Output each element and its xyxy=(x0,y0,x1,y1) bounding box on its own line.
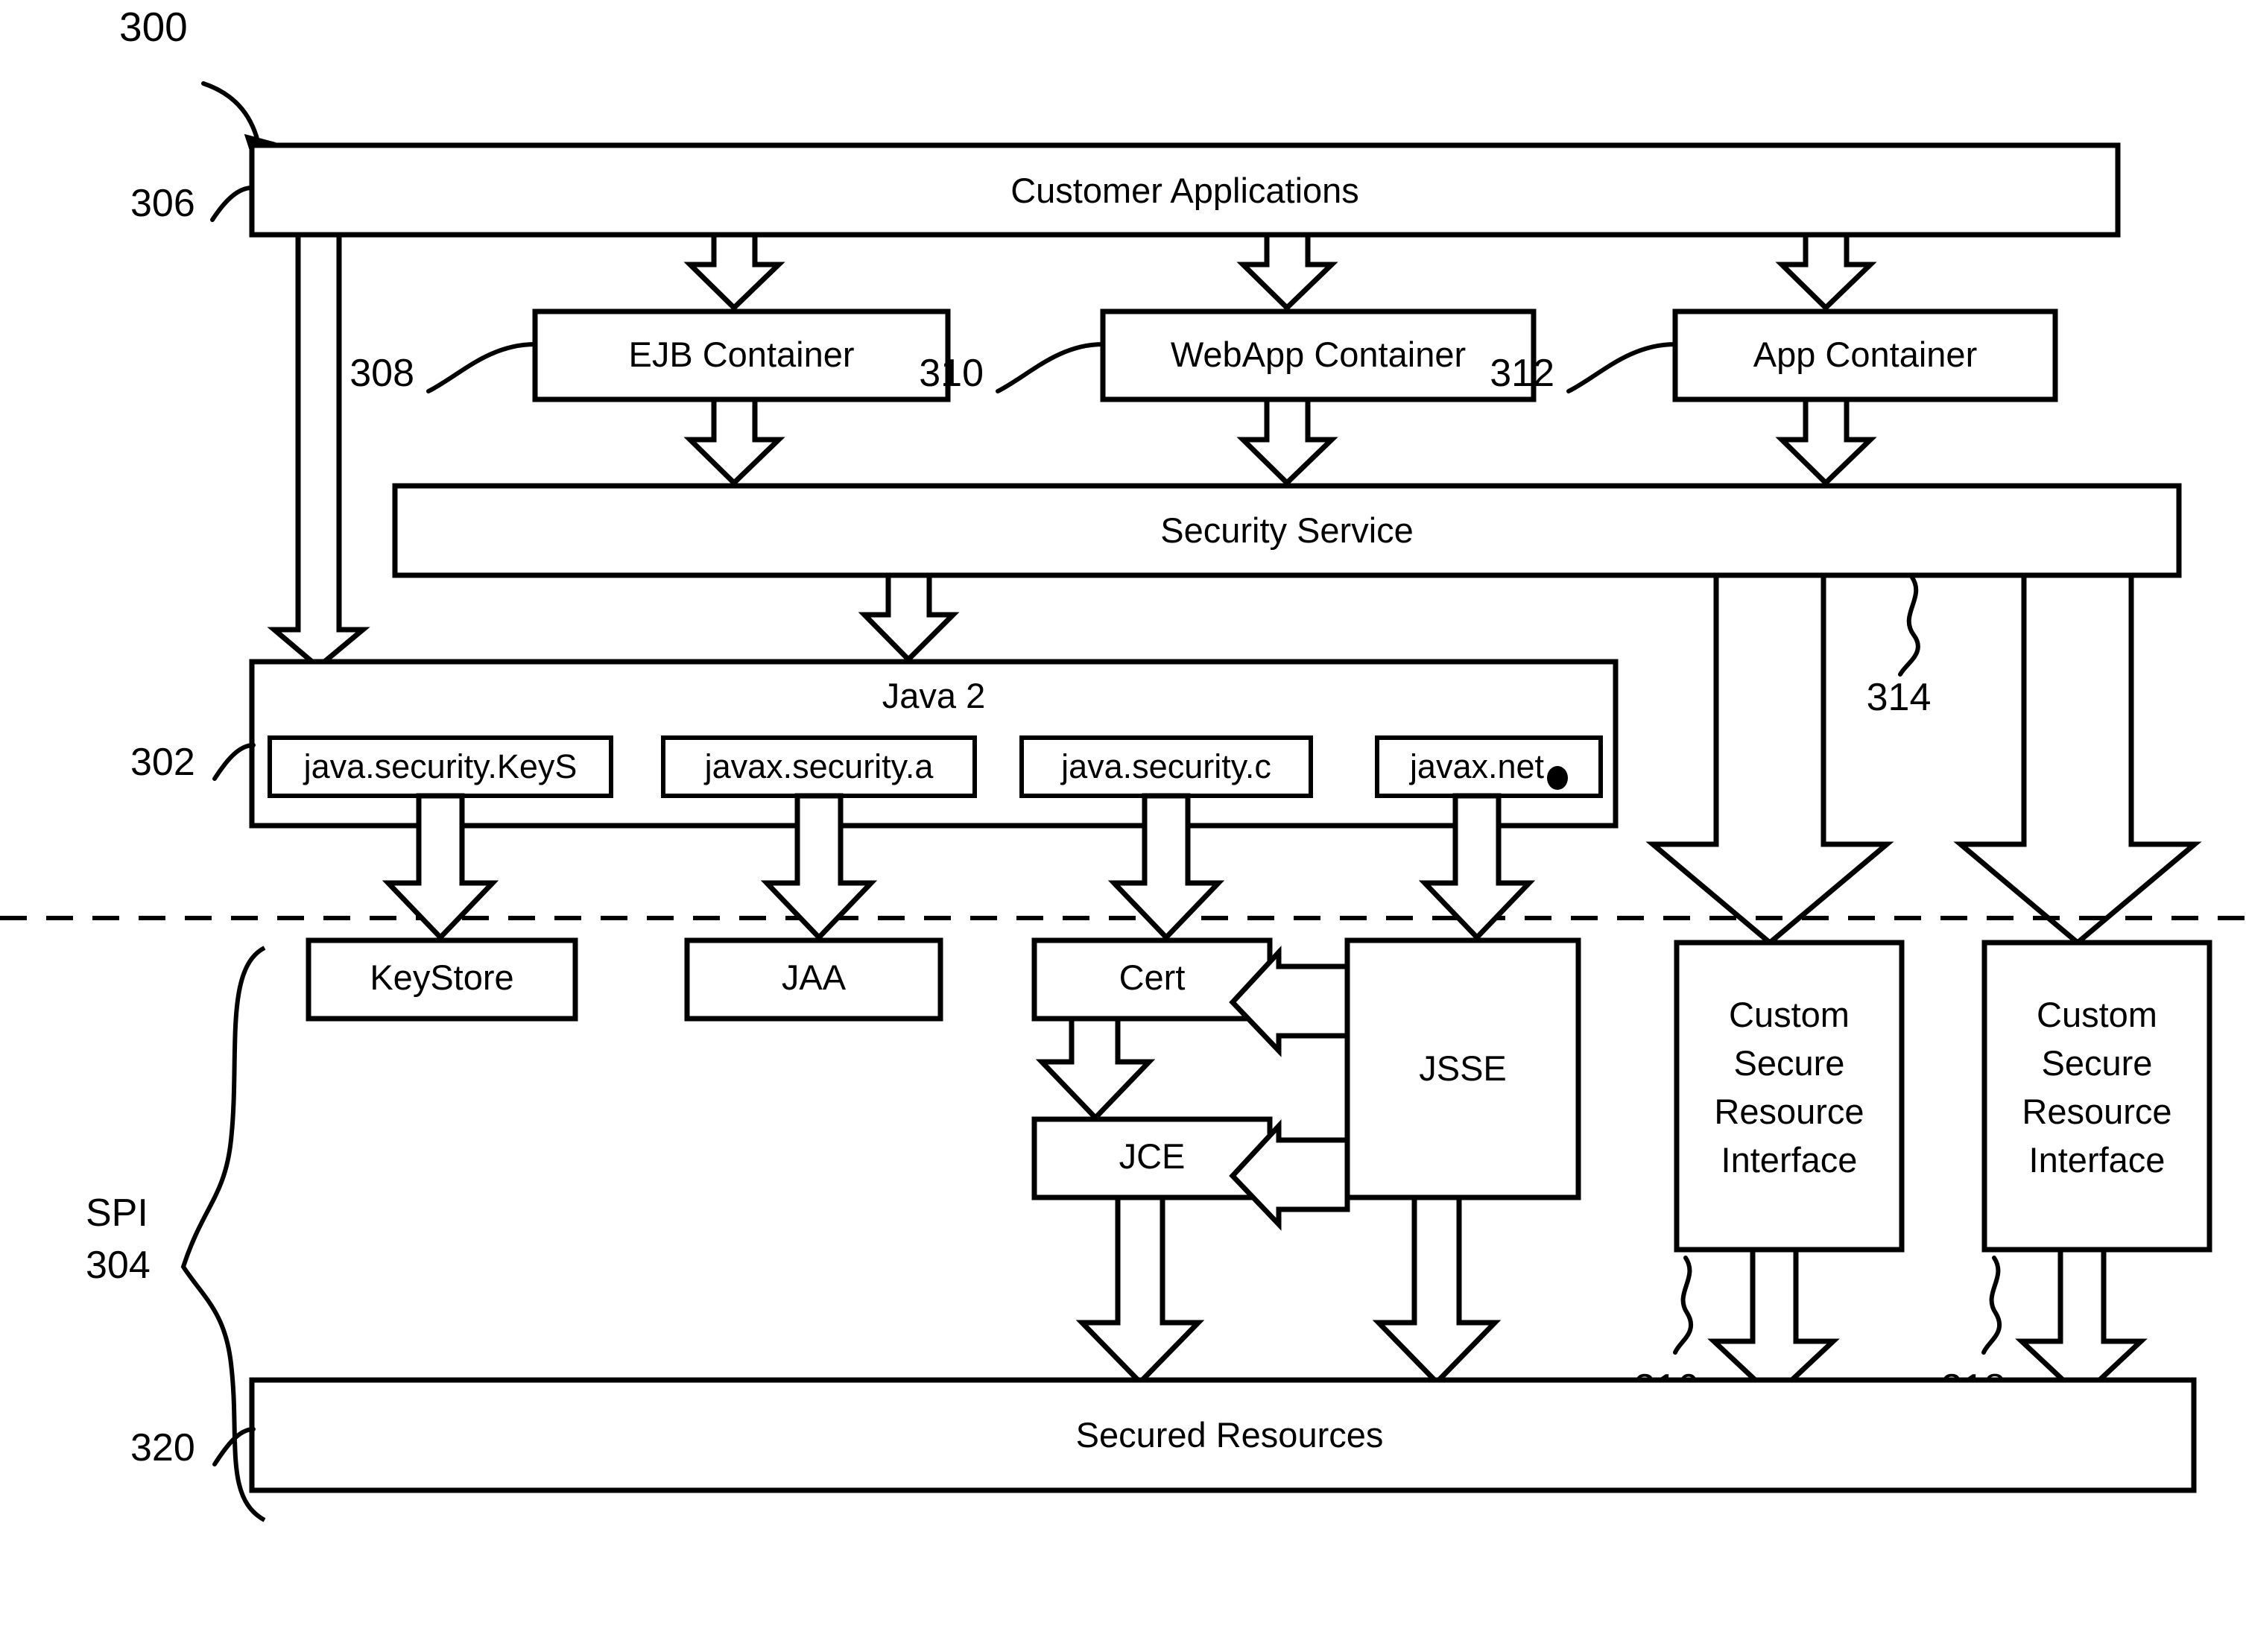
arrow-securityservice-to-custom-2 xyxy=(1953,572,2202,946)
custom-iface-2-line2: Secure xyxy=(2042,1043,2153,1083)
ref-label-308: 308 xyxy=(349,352,414,395)
app-container-label: App Container xyxy=(1753,335,1977,374)
jaa-label: JAA xyxy=(782,958,847,997)
arrow-custom2-to-secured-resources xyxy=(2015,1247,2148,1401)
secured-resources-label: Secured Resources xyxy=(1076,1415,1384,1455)
ref-label-310: 310 xyxy=(919,352,984,395)
ref-label-304: 304 xyxy=(86,1244,151,1287)
ref-label-320: 320 xyxy=(130,1426,195,1469)
custom-iface-1-line3: Resource xyxy=(1714,1092,1864,1131)
arrow-jsse-to-secured-resources xyxy=(1372,1194,1502,1387)
arrow-customerapps-to-ejb xyxy=(683,232,785,311)
ref-318-leader xyxy=(1981,1256,2002,1355)
javax-net-dot-icon xyxy=(1547,766,1568,790)
custom-iface-1-line4: Interface xyxy=(1721,1140,1858,1180)
arrow-ejb-to-securityservice xyxy=(683,396,785,487)
ref-316-leader xyxy=(1673,1256,1694,1355)
arrow-jce-to-secured-resources xyxy=(1075,1194,1205,1387)
api-label-java-security-keys: java.security.KeyS xyxy=(303,747,578,785)
java2-label: Java 2 xyxy=(882,676,985,715)
custom-iface-2-line1: Custom xyxy=(2037,995,2157,1034)
custom-iface-1-line2: Secure xyxy=(1734,1043,1845,1083)
ref-label-302: 302 xyxy=(130,741,195,784)
security-service-label: Security Service xyxy=(1160,510,1414,550)
custom-iface-2-line3: Resource xyxy=(2022,1092,2171,1131)
arrow-cert-to-jce xyxy=(1035,1016,1156,1122)
customer-applications-label: Customer Applications xyxy=(1010,171,1359,210)
jce-label: JCE xyxy=(1119,1136,1186,1176)
ref-label-314: 314 xyxy=(1867,676,1932,719)
arrow-customerapps-to-java2 xyxy=(267,232,370,671)
cert-label: Cert xyxy=(1119,958,1186,997)
ejb-container-label: EJB Container xyxy=(628,335,854,374)
arrow-securityservice-to-java2 xyxy=(858,572,960,663)
arrow-securityservice-to-custom-1 xyxy=(1645,572,1894,946)
custom-iface-2-line4: Interface xyxy=(2029,1140,2166,1180)
ref-label-300: 300 xyxy=(119,4,188,50)
keystore-label: KeyStore xyxy=(370,958,513,997)
api-label-javax-net: javax.net xyxy=(1408,747,1545,785)
arrow-custom1-to-secured-resources xyxy=(1707,1247,1840,1401)
arrow-customerapps-to-webapp xyxy=(1236,232,1338,311)
webapp-container-label: WebApp Container xyxy=(1171,335,1466,374)
arrow-customerapps-to-app xyxy=(1775,232,1877,311)
api-label-javax-security-a: javax.security.a xyxy=(703,747,934,785)
custom-iface-1-line1: Custom xyxy=(1729,995,1850,1034)
jsse-label: JSSE xyxy=(1419,1048,1507,1088)
api-label-java-security-c: java.security.c xyxy=(1060,747,1271,785)
ref-label-312: 312 xyxy=(1490,352,1554,395)
spi-label: SPI xyxy=(86,1191,148,1235)
ref-label-306: 306 xyxy=(130,182,195,225)
figure-canvas: 300 Customer Applications 306 EJB Contai… xyxy=(0,0,2246,1652)
arrow-webapp-to-securityservice xyxy=(1236,396,1338,487)
arrow-app-to-securityservice xyxy=(1775,396,1877,487)
patent-figure-svg: 300 Customer Applications 306 EJB Contai… xyxy=(0,4,2246,1522)
